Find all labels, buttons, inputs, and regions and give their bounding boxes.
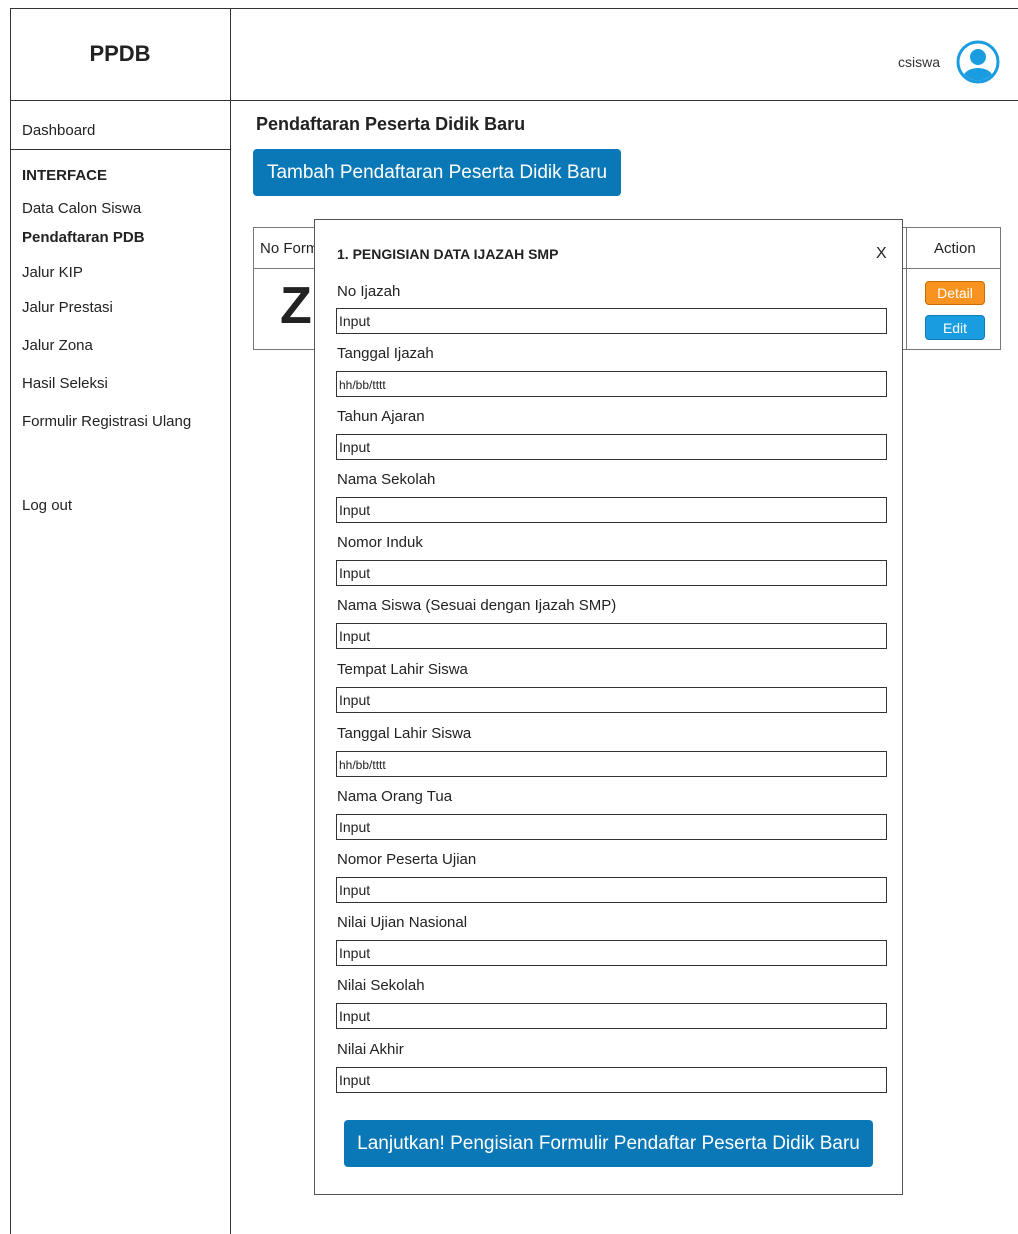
field-label-nomor-induk: Nomor Induk [337, 534, 423, 551]
table-header-no-form: No Form [260, 240, 319, 257]
field-label-tanggal-lahir: Tanggal Lahir Siswa [337, 725, 472, 742]
field-label-nama-orang-tua: Nama Orang Tua [337, 788, 453, 805]
nama-orang-tua-input[interactable] [336, 814, 887, 840]
sidebar-item-jalur-prestasi[interactable]: Jalur Prestasi [22, 299, 113, 316]
field-label-nomor-peserta-ujian: Nomor Peserta Ujian [337, 851, 477, 868]
modal-title: 1. PENGISIAN DATA IJAZAH SMP [337, 246, 559, 262]
tanggal-lahir-input[interactable] [336, 751, 887, 777]
sidebar-item-logout[interactable]: Log out [22, 497, 72, 514]
table-action-column-divider [906, 227, 907, 350]
sidebar-section-heading: INTERFACE [22, 167, 108, 184]
field-label-nilai-sekolah: Nilai Sekolah [337, 977, 425, 994]
header-bottom-border [10, 100, 1018, 101]
sidebar-item-formulir-registrasi-ulang[interactable]: Formulir Registrasi Ulang [22, 413, 191, 430]
sidebar-item-dashboard[interactable]: Dashboard [22, 122, 95, 139]
edit-button[interactable]: Edit [925, 315, 985, 340]
field-label-nilai-ujian-nasional: Nilai Ujian Nasional [337, 914, 468, 931]
sidebar-divider [10, 149, 230, 150]
brand-logo: PPDB [89, 41, 151, 66]
continue-form-button[interactable]: Lanjutkan! Pengisian Formulir Pendaftar … [344, 1120, 873, 1167]
detail-button[interactable]: Detail [925, 281, 985, 305]
page-title: Pendaftaran Peserta Didik Baru [256, 114, 526, 134]
close-icon[interactable]: X [876, 245, 887, 263]
nilai-ujian-nasional-input[interactable] [336, 940, 887, 966]
username-label: csiswa [897, 54, 940, 70]
nama-sekolah-input[interactable] [336, 497, 887, 523]
table-header-action: Action [934, 240, 976, 257]
add-registration-button[interactable]: Tambah Pendaftaran Peserta Didik Baru [253, 149, 621, 196]
no-ijazah-input[interactable] [336, 308, 887, 334]
nilai-akhir-input[interactable] [336, 1067, 887, 1093]
sidebar-item-pendaftaran-pdb[interactable]: Pendaftaran PDB [22, 229, 145, 246]
tanggal-ijazah-input[interactable] [336, 371, 887, 397]
tempat-lahir-input[interactable] [336, 687, 887, 713]
field-label-tempat-lahir: Tempat Lahir Siswa [337, 661, 468, 678]
sidebar-item-hasil-seleksi[interactable]: Hasil Seleksi [22, 375, 108, 392]
sidebar-item-data-calon-siswa[interactable]: Data Calon Siswa [22, 200, 141, 217]
user-avatar-icon[interactable] [956, 40, 1000, 84]
sidebar-item-jalur-kip[interactable]: Jalur KIP [22, 264, 83, 281]
field-label-nama-siswa: Nama Siswa (Sesuai dengan Ijazah SMP) [337, 597, 617, 614]
nama-siswa-input[interactable] [336, 623, 887, 649]
field-label-tahun-ajaran: Tahun Ajaran [337, 408, 425, 425]
tahun-ajaran-input[interactable] [336, 434, 887, 460]
field-label-no-ijazah: No Ijazah [337, 283, 401, 300]
sidebar-left-border [10, 8, 11, 1234]
field-label-tanggal-ijazah: Tanggal Ijazah [337, 345, 434, 362]
nomor-peserta-ujian-input[interactable] [336, 877, 887, 903]
nomor-induk-input[interactable] [336, 560, 887, 586]
sidebar-right-border [230, 8, 231, 1234]
sidebar-item-jalur-zona[interactable]: Jalur Zona [22, 337, 93, 354]
field-label-nilai-akhir: Nilai Akhir [337, 1041, 404, 1058]
table-row-initial: Z [280, 277, 312, 335]
field-label-nama-sekolah: Nama Sekolah [337, 471, 436, 488]
nilai-sekolah-input[interactable] [336, 1003, 887, 1029]
